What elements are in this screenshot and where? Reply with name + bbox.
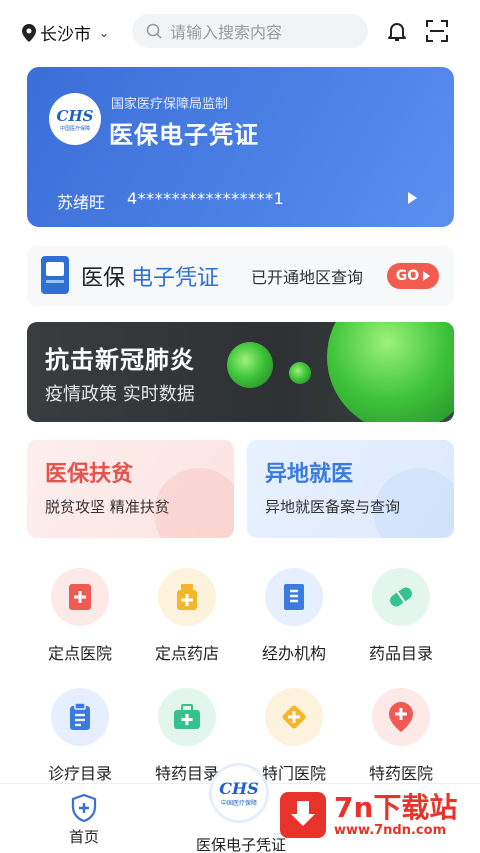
id-number: 4****************1 — [127, 189, 285, 208]
site-watermark: 7n下载站 www.7ndn.com — [280, 786, 470, 844]
go-label: GO — [395, 268, 420, 284]
grid-item-special-drug-hospital[interactable]: 特药医院 — [351, 688, 451, 784]
tile-subtitle: 异地就医备案与查询 — [265, 498, 401, 516]
grid-label: 诊疗目录 — [47, 764, 112, 783]
watermark-url: www.7ndn.com — [334, 822, 447, 838]
shield-plus-icon — [71, 794, 97, 822]
tile-subtitle: 脱贫攻坚 精准扶贫 — [45, 498, 170, 516]
virus-illustration-small — [227, 342, 273, 388]
chevron-down-icon: ⌄ — [99, 25, 110, 40]
banner-subtitle: 疫情政策 实时数据 — [45, 384, 195, 405]
logo-subtext: 中国医疗保障 — [220, 800, 257, 807]
holder-name: 苏绪旺 — [57, 193, 106, 212]
watermark-brand: 7n下载站 — [334, 790, 458, 824]
grid-label: 药品目录 — [368, 644, 433, 663]
city-selector[interactable]: 长沙市 ⌄ — [22, 20, 109, 45]
grid-item-drug-list[interactable]: 药品目录 — [351, 568, 451, 664]
search-input[interactable]: 请输入搜索内容 — [132, 14, 368, 48]
grid-icon-bg — [265, 568, 323, 626]
tab-home[interactable]: 首页 — [54, 794, 114, 847]
grid-item-pharmacy[interactable]: 定点药店 — [137, 568, 237, 664]
scan-icon[interactable] — [425, 19, 449, 43]
tile-title: 医保扶贫 — [45, 462, 134, 487]
banner-title: 抗击新冠肺炎 — [45, 346, 195, 374]
play-icon — [423, 271, 431, 281]
tab-label: 首页 — [68, 828, 99, 846]
diamond-plus-icon — [282, 705, 306, 729]
medkit-icon — [174, 704, 200, 729]
grid-item-agency[interactable]: 经办机构 — [244, 568, 344, 664]
grid-icon-bg — [372, 568, 430, 626]
pill-icon — [390, 587, 412, 607]
query-subtitle: 已开通地区查询 — [251, 268, 364, 287]
search-icon — [146, 23, 162, 39]
grid-label: 特药医院 — [368, 764, 433, 783]
grid-label: 定点药店 — [154, 644, 219, 663]
grid-label: 定点医院 — [47, 644, 112, 663]
card-supervisor: 国家医疗保障局监制 — [111, 97, 229, 112]
chs-logo: CHS 中国医疗保障 — [49, 93, 101, 145]
logo-text: CHS — [56, 106, 94, 125]
grid-icon-bg — [265, 688, 323, 746]
location-pin-icon — [22, 23, 36, 42]
grid-icon-bg — [158, 688, 216, 746]
virus-illustration — [327, 322, 454, 422]
grid-icon-bg — [51, 568, 109, 626]
grid-icon-bg — [158, 568, 216, 626]
grid-item-treatment-list[interactable]: 诊疗目录 — [30, 688, 130, 784]
voucher-card[interactable]: CHS 中国医疗保障 国家医疗保障局监制 医保电子凭证 苏绪旺 4*******… — [27, 67, 454, 227]
tile-title: 异地就医 — [265, 462, 354, 487]
pharmacy-icon — [177, 584, 197, 610]
center-voucher-button[interactable]: CHS 中国医疗保障 — [209, 763, 269, 823]
bell-icon[interactable] — [385, 19, 409, 43]
region-query-row[interactable]: 医保 电子凭证 已开通地区查询 GO — [27, 246, 454, 306]
query-label-blue: 电子凭证 — [131, 266, 220, 291]
logo-subtext: 中国医疗保障 — [59, 125, 90, 132]
grid-label: 经办机构 — [261, 644, 326, 663]
clipboard-icon — [70, 702, 90, 730]
logo-text: CHS — [219, 779, 259, 798]
virus-illustration-tiny — [289, 362, 311, 384]
download-icon — [280, 792, 326, 838]
hospital-icon — [69, 584, 91, 610]
card-title: 医保电子凭证 — [109, 121, 259, 149]
building-icon — [284, 584, 304, 610]
play-arrow-icon[interactable] — [408, 192, 417, 204]
grid-icon-bg — [51, 688, 109, 746]
go-button[interactable]: GO — [387, 263, 439, 289]
document-icon — [41, 256, 69, 294]
tile-poverty-relief[interactable]: 医保扶贫 脱贫攻坚 精准扶贫 — [27, 440, 234, 538]
covid-banner[interactable]: 抗击新冠肺炎 疫情政策 实时数据 — [27, 322, 454, 422]
grid-item-special-clinic-hospital[interactable]: 特门医院 — [244, 688, 344, 784]
grid-icon-bg — [372, 688, 430, 746]
tile-remote-medical[interactable]: 异地就医 异地就医备案与查询 — [247, 440, 454, 538]
city-label: 长沙市 — [40, 25, 91, 45]
top-bar: 长沙市 ⌄ 请输入搜索内容 — [0, 10, 480, 54]
map-pin-plus-icon — [389, 702, 413, 732]
query-label-black: 医保 — [81, 266, 126, 291]
grid-item-hospital[interactable]: 定点医院 — [30, 568, 130, 664]
search-placeholder: 请输入搜索内容 — [170, 23, 283, 42]
